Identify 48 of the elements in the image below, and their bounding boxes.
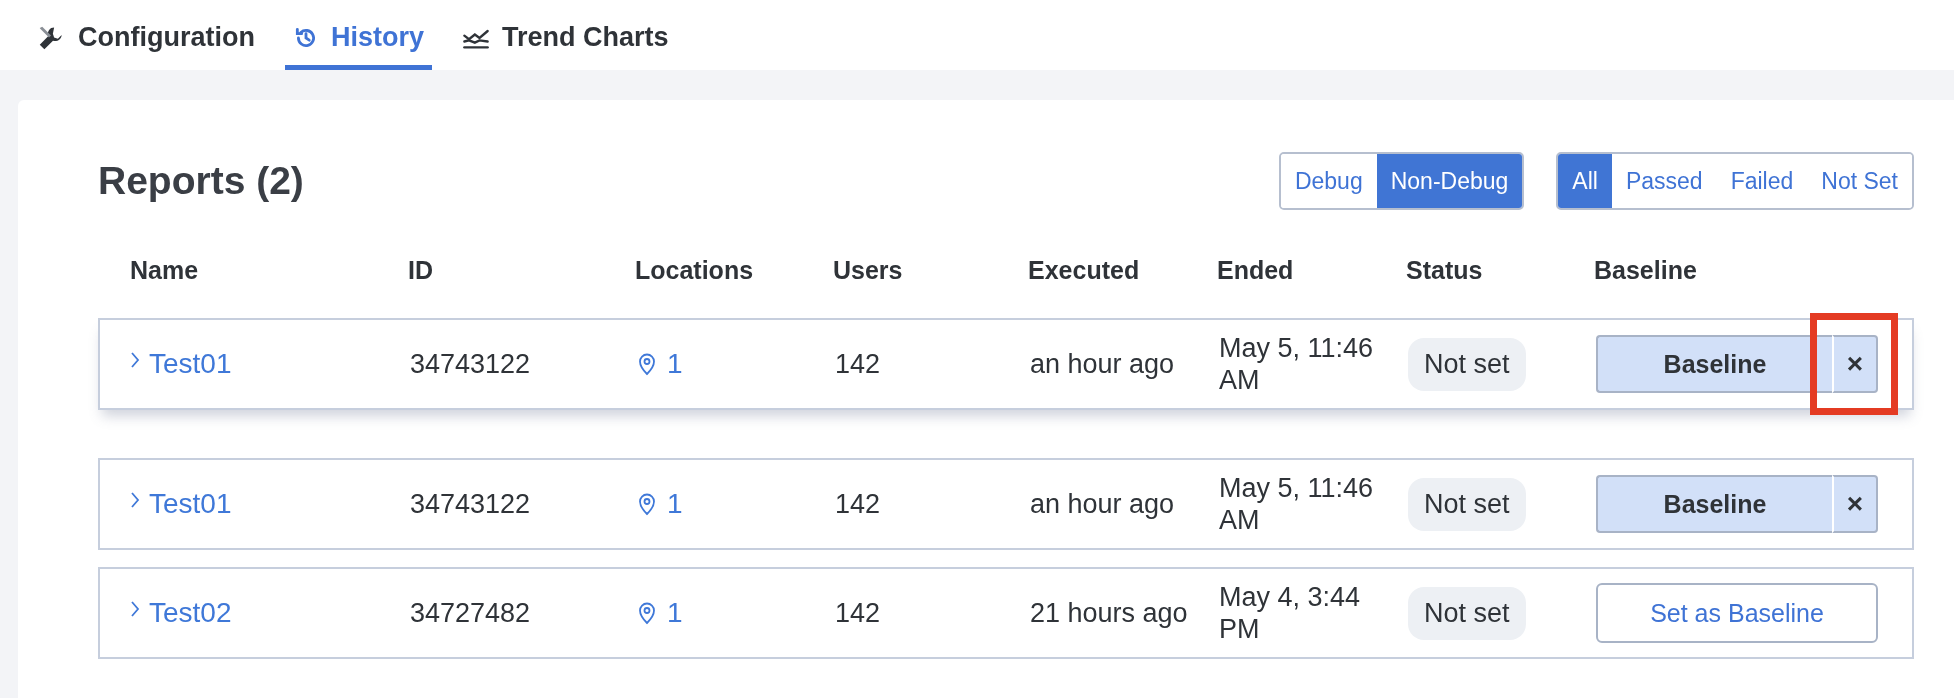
column-header[interactable]: Users: [833, 255, 1028, 285]
column-header[interactable]: Name: [128, 255, 408, 285]
chevron-icon[interactable]: [130, 491, 140, 509]
status-badge: Not set: [1408, 337, 1526, 391]
column-header[interactable]: ID: [408, 255, 635, 285]
location-pin-icon: [637, 492, 657, 516]
mode-option[interactable]: Non-Debug: [1376, 154, 1523, 208]
location-count[interactable]: 1: [667, 348, 683, 380]
user-count: 142: [835, 597, 882, 629]
status-option[interactable]: All: [1558, 154, 1612, 208]
executed-time: an hour ago: [1030, 488, 1176, 520]
status-badge: Not set: [1408, 477, 1526, 531]
column-header[interactable]: Executed: [1028, 255, 1217, 285]
column-header[interactable]: Status: [1406, 255, 1594, 285]
baseline-button[interactable]: Baseline: [1596, 475, 1832, 533]
location-count[interactable]: 1: [667, 597, 683, 629]
executed-time: an hour ago: [1030, 348, 1176, 380]
user-count: 142: [835, 348, 882, 380]
end-time: May 5, 11:46 AM: [1219, 331, 1375, 397]
chevron-icon[interactable]: [130, 600, 140, 618]
end-time: May 4, 3:44 PM: [1219, 580, 1362, 646]
set-baseline-button[interactable]: Set as Baseline: [1596, 583, 1878, 643]
column-header[interactable]: Baseline: [1594, 255, 1914, 285]
report-link[interactable]: Test01: [149, 348, 232, 380]
location-count[interactable]: 1: [667, 488, 683, 520]
location-pin-icon: [637, 352, 657, 376]
clear-baseline-button[interactable]: ×: [1832, 335, 1878, 393]
end-time: May 5, 11:46 AM: [1219, 471, 1375, 537]
status-badge: Not set: [1408, 586, 1526, 640]
column-header[interactable]: Ended: [1217, 255, 1406, 285]
tab[interactable]: Configuration: [28, 20, 263, 70]
chevron-icon[interactable]: [130, 351, 140, 369]
user-count: 142: [835, 488, 882, 520]
report-id: 34743122: [410, 348, 532, 380]
column-header[interactable]: Locations: [635, 255, 833, 285]
report-row[interactable]: Test01 34743122 1 142 an hour ago May 5, 11:46 AM Not set Baseline ×: [98, 458, 1914, 550]
executed-time: 21 hours ago: [1030, 597, 1189, 629]
report-id: 34727482: [410, 597, 532, 629]
reports-title: Reports (2): [98, 159, 304, 203]
clear-baseline-button[interactable]: ×: [1832, 475, 1878, 533]
report-link[interactable]: Test01: [149, 488, 232, 520]
report-link[interactable]: Test02: [149, 597, 232, 629]
report-row[interactable]: Test02 34727482 1 142 21 hours ago May 4, 3:44 PM Not set Set as Baseline: [98, 567, 1914, 659]
report-row[interactable]: Test01 34743122 1 142 an hour ago May 5, 11:46 AM Not set Baseline ×: [98, 318, 1914, 410]
tab[interactable]: Trend Charts: [454, 20, 677, 70]
report-id: 34743122: [410, 488, 532, 520]
location-pin-icon: [637, 601, 657, 625]
baseline-button[interactable]: Baseline: [1596, 335, 1832, 393]
